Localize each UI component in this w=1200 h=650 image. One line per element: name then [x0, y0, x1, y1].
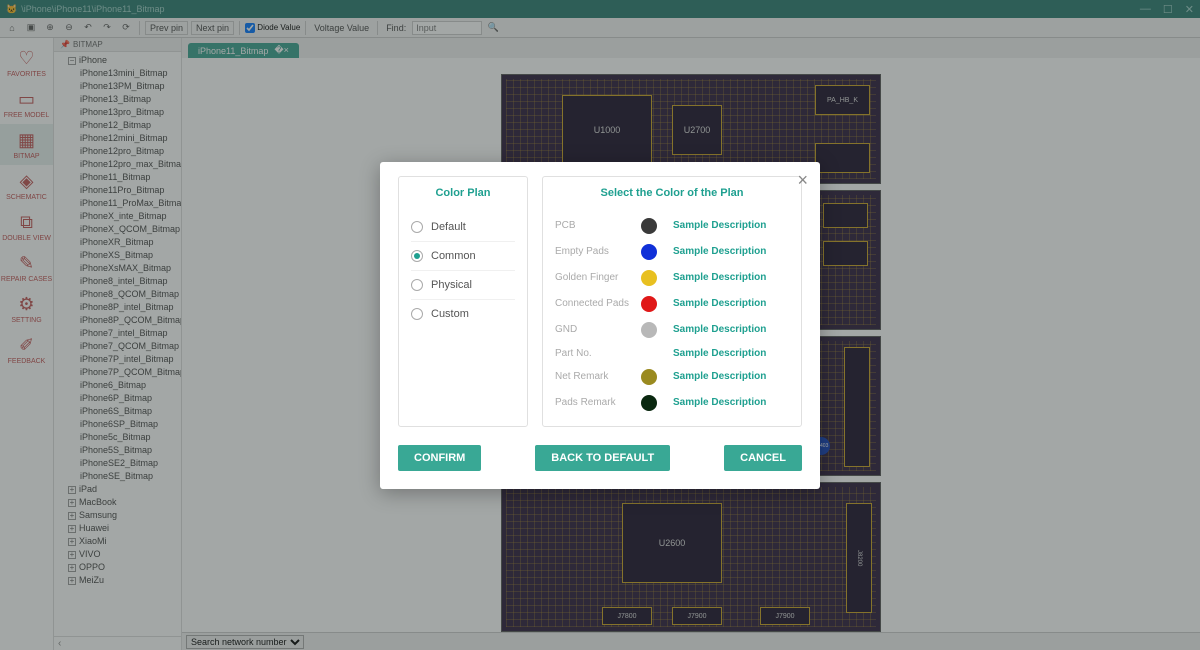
sample-description-link[interactable]: Sample Description: [673, 397, 766, 408]
radio-icon: [411, 250, 423, 262]
color-row: Part No. Sample Description: [555, 343, 789, 364]
radio-icon: [411, 279, 423, 291]
color-swatch[interactable]: [641, 369, 657, 385]
color-swatch[interactable]: [641, 218, 657, 234]
sample-description-link[interactable]: Sample Description: [673, 348, 766, 359]
color-label: Net Remark: [555, 371, 641, 382]
close-icon[interactable]: ×: [797, 170, 808, 191]
color-select-panel: Select the Color of the Plan PCB Sample D…: [542, 176, 802, 427]
color-label: Connected Pads: [555, 298, 641, 309]
sample-description-link[interactable]: Sample Description: [673, 324, 766, 335]
color-label: GND: [555, 324, 641, 335]
cancel-button[interactable]: CANCEL: [724, 445, 802, 471]
radio-icon: [411, 221, 423, 233]
color-swatch[interactable]: [641, 395, 657, 411]
color-swatch[interactable]: [641, 270, 657, 286]
color-label: PCB: [555, 220, 641, 231]
color-plan-panel: Color Plan Default Common Physical Custom: [398, 176, 528, 427]
color-row: Pads Remark Sample Description: [555, 390, 789, 416]
color-plan-title: Color Plan: [411, 187, 515, 199]
color-row: Golden Finger Sample Description: [555, 265, 789, 291]
color-label: Pads Remark: [555, 397, 641, 408]
color-row: Connected Pads Sample Description: [555, 291, 789, 317]
modal-overlay: × Color Plan Default Common Physical Custom…: [0, 0, 1200, 650]
color-swatch[interactable]: [641, 296, 657, 312]
color-label: Part No.: [555, 348, 641, 359]
radio-label: Physical: [431, 279, 472, 291]
color-select-title: Select the Color of the Plan: [555, 187, 789, 199]
radio-label: Common: [431, 250, 476, 262]
color-row: Empty Pads Sample Description: [555, 239, 789, 265]
radio-physical[interactable]: Physical: [411, 271, 515, 300]
radio-custom[interactable]: Custom: [411, 300, 515, 328]
sample-description-link[interactable]: Sample Description: [673, 298, 766, 309]
sample-description-link[interactable]: Sample Description: [673, 371, 766, 382]
radio-default[interactable]: Default: [411, 213, 515, 242]
confirm-button[interactable]: CONFIRM: [398, 445, 481, 471]
color-row: Net Remark Sample Description: [555, 364, 789, 390]
radio-label: Custom: [431, 308, 469, 320]
color-swatch[interactable]: [641, 244, 657, 260]
radio-icon: [411, 308, 423, 320]
color-plan-modal: × Color Plan Default Common Physical Custom…: [380, 162, 820, 489]
color-row: GND Sample Description: [555, 317, 789, 343]
sample-description-link[interactable]: Sample Description: [673, 220, 766, 231]
sample-description-link[interactable]: Sample Description: [673, 246, 766, 257]
color-label: Golden Finger: [555, 272, 641, 283]
color-label: Empty Pads: [555, 246, 641, 257]
back-to-default-button[interactable]: BACK TO DEFAULT: [535, 445, 670, 471]
radio-label: Default: [431, 221, 466, 233]
color-row: PCB Sample Description: [555, 213, 789, 239]
color-swatch[interactable]: [641, 322, 657, 338]
radio-common[interactable]: Common: [411, 242, 515, 271]
sample-description-link[interactable]: Sample Description: [673, 272, 766, 283]
